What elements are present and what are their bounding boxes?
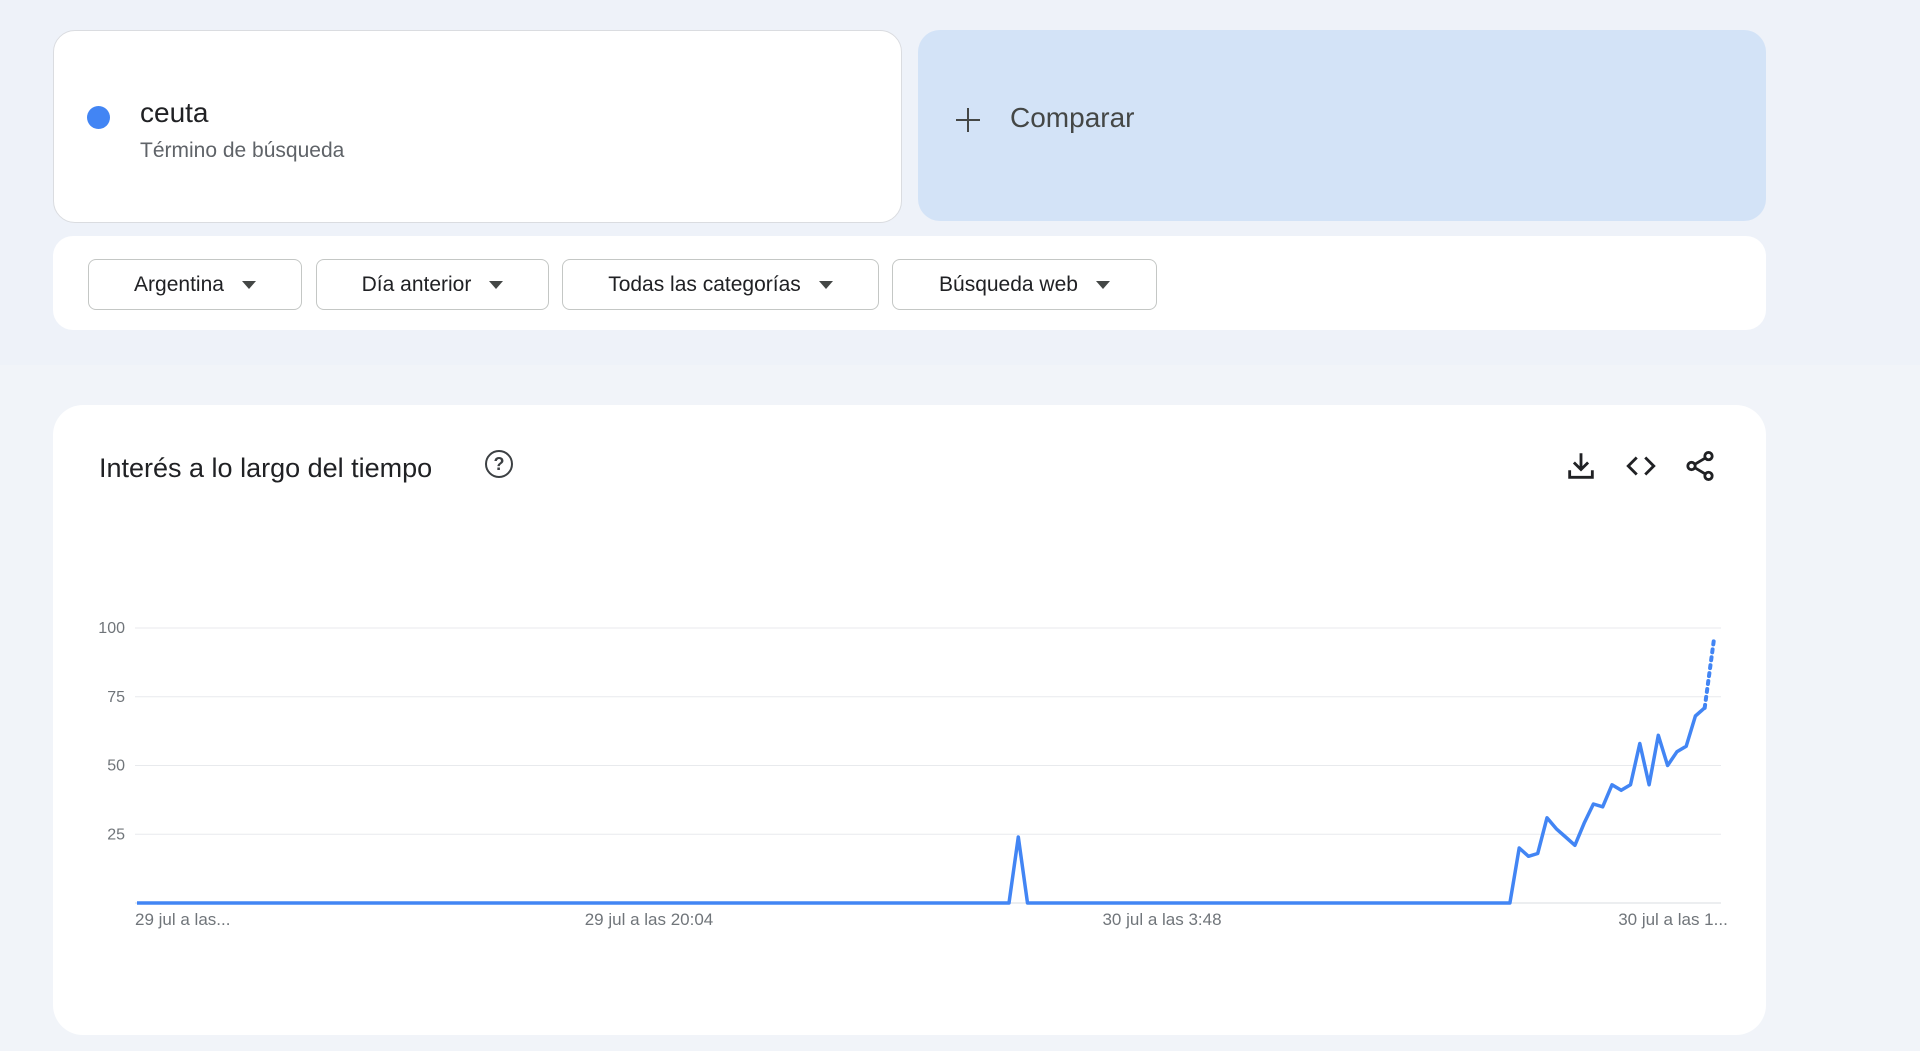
filter-search-type-dropdown[interactable]: Búsqueda web xyxy=(892,259,1157,310)
x-tick-label: 30 jul a las 3:48 xyxy=(1102,910,1221,929)
filters-bar: Argentina Día anterior Todas las categor… xyxy=(53,236,1766,330)
filter-category-dropdown[interactable]: Todas las categorías xyxy=(562,259,879,310)
filter-region-label: Argentina xyxy=(134,272,224,296)
caret-down-icon xyxy=(489,280,504,289)
search-term-type: Término de búsqueda xyxy=(140,139,345,162)
x-tick-label: 29 jul a las... xyxy=(135,910,230,929)
search-term-name[interactable]: ceuta xyxy=(140,97,209,129)
filter-time-dropdown[interactable]: Día anterior xyxy=(316,259,549,310)
compare-button[interactable]: Comparar xyxy=(918,30,1766,221)
x-tick-label: 29 jul a las 20:04 xyxy=(585,910,714,929)
series-partial-line xyxy=(1702,637,1716,710)
plus-icon xyxy=(956,108,980,132)
y-tick-label: 100 xyxy=(98,620,125,637)
line-chart[interactable]: 25 50 75 100 29 jul a las... 29 jul a las 20… xyxy=(53,405,1766,1035)
caret-down-icon xyxy=(241,280,256,289)
filter-category-label: Todas las categorías xyxy=(608,272,801,296)
y-tick-label: 50 xyxy=(107,758,125,775)
compare-label: Comparar xyxy=(1010,102,1135,133)
caret-down-icon xyxy=(1095,280,1110,289)
filter-region-dropdown[interactable]: Argentina xyxy=(88,259,302,310)
y-tick-label: 75 xyxy=(107,689,125,706)
interest-over-time-card: Interés a lo largo del tiempo ? 25 50 75 10… xyxy=(53,405,1766,1035)
search-term-card[interactable]: ceuta Término de búsqueda xyxy=(53,30,902,223)
series-line xyxy=(137,706,1706,905)
x-tick-label: 30 jul a las 1... xyxy=(1618,910,1728,929)
filter-search-type-label: Búsqueda web xyxy=(939,272,1078,296)
series-color-dot xyxy=(87,106,110,129)
y-tick-label: 25 xyxy=(107,826,125,843)
filter-time-label: Día anterior xyxy=(361,272,472,296)
caret-down-icon xyxy=(818,280,833,289)
